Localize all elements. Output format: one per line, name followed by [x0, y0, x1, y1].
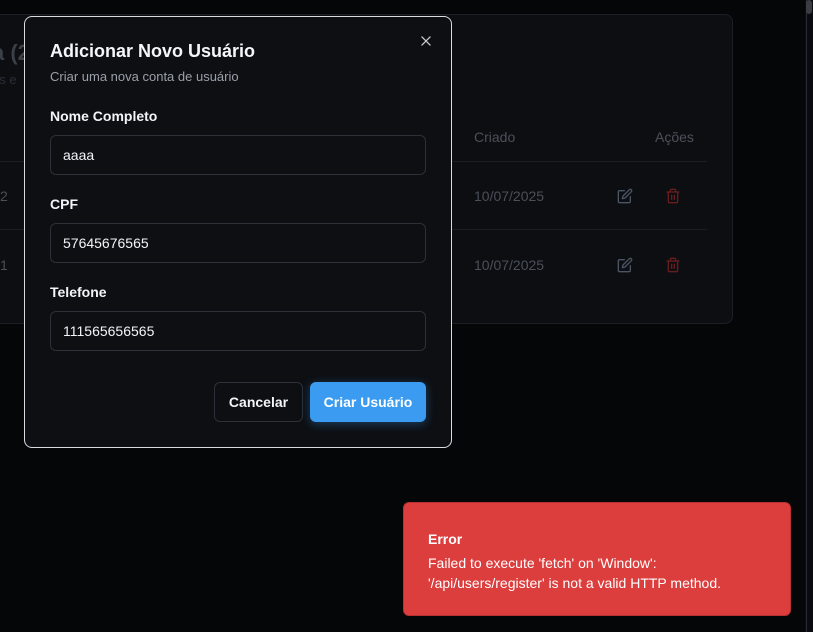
scrollbar-thumb[interactable] — [806, 0, 812, 14]
table-cell-created: 10/07/2025 — [474, 188, 545, 204]
cpf-label: CPF — [50, 196, 78, 212]
cpf-input[interactable] — [50, 223, 426, 263]
phone-input[interactable] — [50, 311, 426, 351]
create-user-button[interactable]: Criar Usuário — [310, 382, 426, 422]
full-name-input[interactable] — [50, 135, 426, 175]
close-icon — [419, 34, 433, 53]
table-cell-id: 1 — [0, 257, 8, 273]
toast-message: Failed to execute 'fetch' on 'Window': '… — [428, 555, 721, 591]
dialog-description: Criar uma nova conta de usuário — [50, 69, 239, 84]
scrollbar[interactable] — [805, 0, 813, 632]
cancel-button[interactable]: Cancelar — [214, 382, 303, 422]
table-cell-created: 10/07/2025 — [474, 257, 545, 273]
scrollbar-track — [806, 0, 807, 632]
page-subtitle-fragment: es e — [0, 72, 17, 87]
trash-icon[interactable] — [665, 257, 681, 273]
table-cell-id: 2 — [0, 188, 8, 204]
phone-label: Telefone — [50, 284, 107, 300]
trash-icon[interactable] — [665, 188, 681, 204]
edit-icon[interactable] — [617, 257, 633, 273]
edit-icon[interactable] — [617, 188, 633, 204]
close-button[interactable] — [417, 34, 435, 52]
toast-title: Error — [428, 531, 463, 547]
full-name-label: Nome Completo — [50, 108, 158, 124]
add-user-dialog: Adicionar Novo Usuário Criar uma nova co… — [24, 16, 452, 448]
column-header-actions: Ações — [655, 129, 694, 145]
column-header-created: Criado — [474, 129, 516, 145]
dialog-title: Adicionar Novo Usuário — [50, 41, 256, 61]
error-toast[interactable]: Error Failed to execute 'fetch' on 'Wind… — [403, 502, 791, 616]
